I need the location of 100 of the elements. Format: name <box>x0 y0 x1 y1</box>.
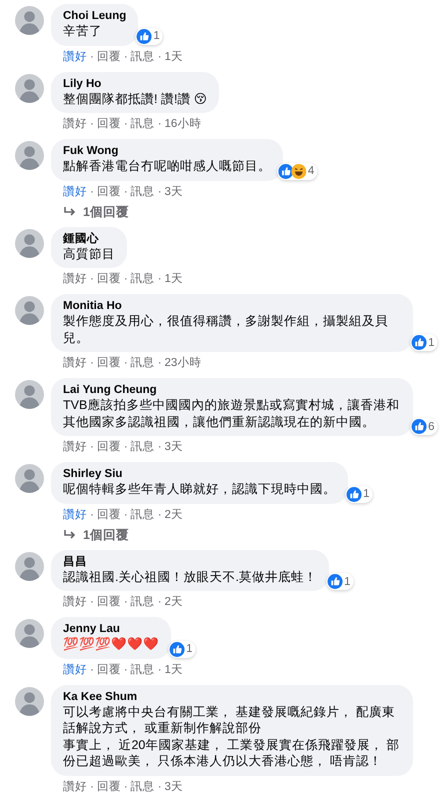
message-link[interactable]: 訊息 <box>130 662 155 678</box>
separator: · <box>158 662 162 678</box>
comment-text: 可以考慮將中央台有關工業， 基建發展嘅紀錄片， 配廣東話解說方式， 或重新制作解說部份 <box>63 704 396 736</box>
comment-text: 點解香港電台冇呢啲咁感人嘅節目。 <box>63 158 271 174</box>
reply-link[interactable]: 回覆 <box>96 356 121 371</box>
message-link[interactable]: 訊息 <box>130 595 155 610</box>
timestamp: 2天 <box>164 595 183 610</box>
like-link[interactable]: 讚好 <box>63 117 87 132</box>
comment-text: 事實上， 近20年國家基建， 工業發展實在係飛躍發展， 部份已超過歐美， 只係本港人仍以大香港心態， 唔肯認！ <box>63 736 400 770</box>
comment-text: 認識祖國.关心祖國！放眼天不.莫做井底蛙！ <box>63 568 317 585</box>
separator: · <box>90 356 94 371</box>
reply-link[interactable]: 回覆 <box>96 117 121 132</box>
avatar[interactable] <box>15 74 44 102</box>
like-link[interactable]: 讚好 <box>63 356 87 371</box>
commenter-name[interactable]: 鍾國心 <box>63 232 115 246</box>
separator: · <box>124 272 128 287</box>
timestamp: 1天 <box>164 272 183 287</box>
like-link[interactable]: 讚好 <box>63 440 87 455</box>
separator: · <box>90 272 94 287</box>
commenter-name[interactable]: Lai Yung Cheung <box>63 383 401 397</box>
view-replies-link[interactable]: 1個回覆 <box>51 522 348 542</box>
separator: · <box>158 780 162 794</box>
separator: · <box>158 184 162 200</box>
like-link[interactable]: 讚好 <box>63 272 87 287</box>
avatar[interactable] <box>15 552 44 580</box>
message-link[interactable]: 訊息 <box>130 117 155 132</box>
timestamp: 1天 <box>164 50 183 64</box>
reply-arrow-icon <box>63 206 77 218</box>
reaction-badge[interactable]: 1 <box>326 573 354 590</box>
reply-link[interactable]: 回覆 <box>96 184 121 200</box>
comment-text: TVB應該拍多些中國國內的旅遊景點或寫實村城，讓香港和其他國家多認識祖國，讓他們重新認識現在的新中國。 <box>63 397 400 430</box>
like-link[interactable]: 讚好 <box>63 662 87 678</box>
avatar[interactable] <box>15 464 44 493</box>
avatar[interactable] <box>15 619 44 648</box>
separator: · <box>124 117 128 132</box>
avatar[interactable] <box>15 6 44 35</box>
separator: · <box>124 440 128 455</box>
separator: · <box>124 780 128 794</box>
separator: · <box>124 662 128 678</box>
timestamp: 3天 <box>164 184 183 200</box>
reply-link[interactable]: 回覆 <box>96 662 121 678</box>
avatar[interactable] <box>15 228 44 258</box>
reaction-badge[interactable]: 1 <box>345 486 373 502</box>
commenter-name[interactable]: Jenny Lau <box>63 622 159 636</box>
view-replies-link[interactable]: 1個回覆 <box>51 200 283 220</box>
commenter-name[interactable]: Shirley Siu <box>63 467 336 481</box>
separator: · <box>90 780 94 794</box>
like-link[interactable]: 讚好 <box>63 50 87 64</box>
commenter-name[interactable]: 昌昌 <box>63 554 317 568</box>
separator: · <box>158 356 162 371</box>
message-link[interactable]: 訊息 <box>130 508 155 522</box>
separator: · <box>90 50 94 64</box>
like-link[interactable]: 讚好 <box>63 780 87 794</box>
separator: · <box>158 272 162 287</box>
reply-arrow-icon <box>63 528 77 540</box>
separator: · <box>158 117 162 132</box>
avatar[interactable] <box>15 141 44 170</box>
separator: · <box>90 440 94 455</box>
separator: · <box>124 356 128 371</box>
reply-link[interactable]: 回覆 <box>96 595 121 610</box>
avatar[interactable] <box>15 380 44 409</box>
reaction-badge[interactable]: 1 <box>135 28 163 44</box>
commenter-name[interactable]: Fuk Wong <box>63 144 271 158</box>
separator: · <box>90 662 94 678</box>
comment-text: 辛苦了 <box>63 23 103 40</box>
separator: · <box>90 508 94 522</box>
avatar[interactable] <box>15 296 44 325</box>
reply-link[interactable]: 回覆 <box>96 272 121 287</box>
reaction-badge[interactable]: 1 <box>168 640 196 658</box>
separator: · <box>90 595 94 610</box>
message-link[interactable]: 訊息 <box>130 184 155 200</box>
separator: · <box>124 184 128 200</box>
commenter-name[interactable]: Choi Leung <box>63 9 126 23</box>
reply-link[interactable]: 回覆 <box>96 780 121 794</box>
separator: · <box>158 508 162 522</box>
separator: · <box>124 50 128 64</box>
like-link[interactable]: 讚好 <box>63 595 87 610</box>
comment-text: 高質節目 <box>63 246 115 262</box>
reply-link[interactable]: 回覆 <box>96 508 121 522</box>
avatar[interactable] <box>15 686 44 716</box>
commenter-name[interactable]: Monitia Ho <box>63 299 401 313</box>
message-link[interactable]: 訊息 <box>130 272 155 287</box>
message-link[interactable]: 訊息 <box>130 50 155 64</box>
reaction-badge[interactable]: 4 <box>276 162 318 180</box>
message-link[interactable]: 訊息 <box>130 780 155 794</box>
timestamp: 23小時 <box>164 356 202 371</box>
like-link[interactable]: 讚好 <box>63 184 87 200</box>
comment-text: 呢個特輯多些年青人睇就好，認識下現時中國。 <box>63 481 336 498</box>
separator: · <box>158 440 162 455</box>
timestamp: 3天 <box>164 440 183 455</box>
commenter-name[interactable]: Lily Ho <box>63 76 207 90</box>
message-link[interactable]: 訊息 <box>130 356 155 371</box>
commenter-name[interactable]: Ka Kee Shum <box>63 690 401 704</box>
reply-link[interactable]: 回覆 <box>96 50 121 64</box>
reaction-badge[interactable]: 6 <box>410 418 438 435</box>
reply-link[interactable]: 回覆 <box>96 440 121 455</box>
message-link[interactable]: 訊息 <box>130 440 155 455</box>
separator: · <box>124 595 128 610</box>
reaction-badge[interactable]: 1 <box>410 334 438 351</box>
like-link[interactable]: 讚好 <box>63 508 87 522</box>
